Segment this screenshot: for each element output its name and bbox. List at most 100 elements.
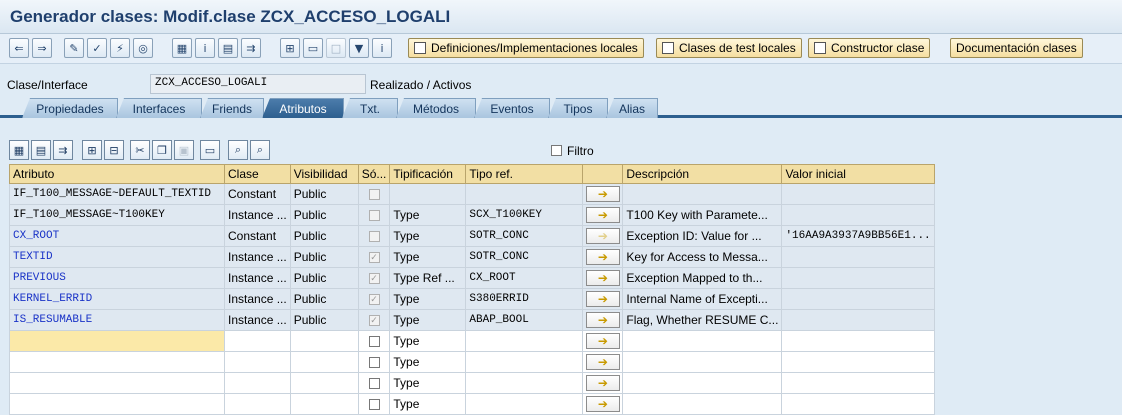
goto-icon[interactable]: ⇉ <box>53 140 73 160</box>
details-icon[interactable]: ▦ <box>9 140 29 160</box>
goto-type-cell[interactable]: ➔ <box>582 225 624 247</box>
navigate-arrow-icon[interactable]: ➔ <box>585 291 620 307</box>
read-only-checkbox[interactable] <box>368 336 380 348</box>
read-only-cell[interactable] <box>357 330 391 352</box>
table-row[interactable]: CX_ROOT Constant Public Type SOTR_CONC ➔ Excep… <box>9 225 935 247</box>
level-cell[interactable]: Instance ... <box>224 204 291 226</box>
help-icon[interactable]: i <box>372 38 392 58</box>
read-only-checkbox[interactable]: ✓ <box>368 273 380 285</box>
read-only-cell[interactable] <box>357 225 391 247</box>
typing-cell[interactable]: Type Ref ... <box>389 267 467 289</box>
table-row[interactable]: IF_T100_MESSAGE~T100KEY Instance ... Publi… <box>9 204 935 226</box>
tab-interfaces[interactable]: Interfaces <box>116 98 202 118</box>
table-row[interactable]: IF_T100_MESSAGE~DEFAULT_TEXTID Constant Pu… <box>9 183 935 205</box>
navigate-arrow-icon[interactable]: ➔ <box>585 207 620 223</box>
print-icon[interactable]: ▭ <box>303 38 323 58</box>
typing-cell[interactable]: Type <box>389 204 467 226</box>
attribute-name-cell[interactable]: PREVIOUS <box>9 267 225 289</box>
find-icon[interactable]: ⌕ <box>228 140 248 160</box>
read-only-checkbox[interactable] <box>368 399 380 411</box>
tab-atributos[interactable]: Atributos <box>262 98 344 118</box>
reference-type-cell[interactable]: SOTR_CONC <box>465 246 584 268</box>
typing-cell[interactable]: Type <box>389 351 467 373</box>
description-cell[interactable]: Internal Name of Excepti... <box>622 288 783 310</box>
initial-value-cell[interactable] <box>781 288 935 310</box>
level-cell[interactable] <box>224 330 291 352</box>
column-header-tipificacion[interactable]: Tipificación <box>389 164 467 184</box>
column-header-visibilidad[interactable]: Visibilidad <box>289 164 359 184</box>
typing-cell[interactable]: Type <box>389 225 467 247</box>
filter-icon[interactable]: ▼ <box>349 38 369 58</box>
description-cell[interactable] <box>622 183 783 205</box>
documentation-button[interactable]: Documentación clases <box>950 38 1083 58</box>
activate-icon[interactable]: ⚡ <box>110 38 130 58</box>
description-cell[interactable]: Flag, Whether RESUME C... <box>622 309 783 331</box>
read-only-cell[interactable] <box>357 204 391 226</box>
tab-alias[interactable]: Alias <box>606 98 658 118</box>
table-row[interactable]: Type ➔ <box>9 351 935 373</box>
level-cell[interactable] <box>224 351 291 373</box>
column-header-clase[interactable]: Clase <box>224 164 291 184</box>
typing-cell[interactable]: Type <box>389 309 467 331</box>
typing-cell[interactable]: Type <box>389 246 467 268</box>
column-header-descripcion[interactable]: Descripción <box>622 164 783 184</box>
initial-value-cell[interactable] <box>781 309 935 331</box>
visibility-cell[interactable]: Public <box>289 183 359 205</box>
navigate-icon[interactable]: ⇉ <box>241 38 261 58</box>
navigate-arrow-icon[interactable]: ➔ <box>585 228 620 244</box>
column-header-valor-inicial[interactable]: Valor inicial <box>781 164 935 184</box>
goto-type-cell[interactable]: ➔ <box>582 330 624 352</box>
initial-value-cell[interactable] <box>781 267 935 289</box>
reference-type-cell[interactable] <box>465 330 584 352</box>
goto-type-cell[interactable]: ➔ <box>582 372 624 394</box>
goto-type-cell[interactable]: ➔ <box>582 288 624 310</box>
initial-value-cell[interactable] <box>781 330 935 352</box>
print-list-icon[interactable]: ▭ <box>200 140 220 160</box>
tab-txt[interactable]: Txt. <box>342 98 398 118</box>
reference-type-cell[interactable]: SCX_T100KEY <box>465 204 584 226</box>
read-only-cell[interactable]: ✓ <box>357 246 391 268</box>
navigate-arrow-icon[interactable]: ➔ <box>585 249 620 265</box>
definitions-button[interactable]: Definiciones/Implementaciones locales <box>408 38 644 58</box>
read-only-cell[interactable]: ✓ <box>357 267 391 289</box>
attribute-name-cell[interactable]: IF_T100_MESSAGE~T100KEY <box>9 204 225 226</box>
goto-type-cell[interactable]: ➔ <box>582 351 624 373</box>
description-cell[interactable] <box>622 393 783 415</box>
attribute-name-cell[interactable]: KERNEL_ERRID <box>9 288 225 310</box>
level-cell[interactable] <box>224 393 291 415</box>
column-header-atributo[interactable]: Atributo <box>9 164 225 184</box>
goto-type-cell[interactable]: ➔ <box>582 183 624 205</box>
test-classes-button[interactable]: Clases de test locales <box>656 38 802 58</box>
constructor-button[interactable]: Constructor clase <box>808 38 931 58</box>
visibility-cell[interactable]: Public <box>289 309 359 331</box>
display-object-icon[interactable]: ▤ <box>218 38 238 58</box>
initial-value-cell[interactable] <box>781 393 935 415</box>
read-only-cell[interactable]: ✓ <box>357 309 391 331</box>
reference-type-cell[interactable] <box>465 183 584 205</box>
object-list-icon[interactable]: ▦ <box>172 38 192 58</box>
read-only-checkbox[interactable] <box>368 189 380 201</box>
level-cell[interactable]: Instance ... <box>224 267 291 289</box>
column-header-solo-lectura[interactable]: Só... <box>357 164 391 184</box>
filter-checkbox[interactable] <box>551 143 562 157</box>
attribute-name-cell[interactable]: TEXTID <box>9 246 225 268</box>
navigate-arrow-icon[interactable]: ➔ <box>585 333 620 349</box>
navigate-arrow-icon[interactable]: ➔ <box>585 270 620 286</box>
navigate-arrow-icon[interactable]: ➔ <box>585 354 620 370</box>
visibility-cell[interactable] <box>289 393 359 415</box>
initial-value-cell[interactable]: '16AA9A3937A9BB56E1... <box>781 225 935 247</box>
tab-tipos[interactable]: Tipos <box>548 98 608 118</box>
read-only-cell[interactable] <box>357 183 391 205</box>
visibility-cell[interactable] <box>289 372 359 394</box>
level-cell[interactable]: Instance ... <box>224 309 291 331</box>
paste-icon[interactable]: ▣ <box>174 140 194 160</box>
initial-value-cell[interactable] <box>781 351 935 373</box>
where-used-icon[interactable]: ◎ <box>133 38 153 58</box>
navigate-arrow-icon[interactable]: ➔ <box>585 396 620 412</box>
read-only-checkbox[interactable] <box>368 231 380 243</box>
level-cell[interactable]: Instance ... <box>224 288 291 310</box>
initial-value-cell[interactable] <box>781 183 935 205</box>
append-row-icon[interactable]: ⊞ <box>82 140 102 160</box>
tab-friends[interactable]: Friends <box>200 98 264 118</box>
tab-metodos[interactable]: Métodos <box>396 98 476 118</box>
